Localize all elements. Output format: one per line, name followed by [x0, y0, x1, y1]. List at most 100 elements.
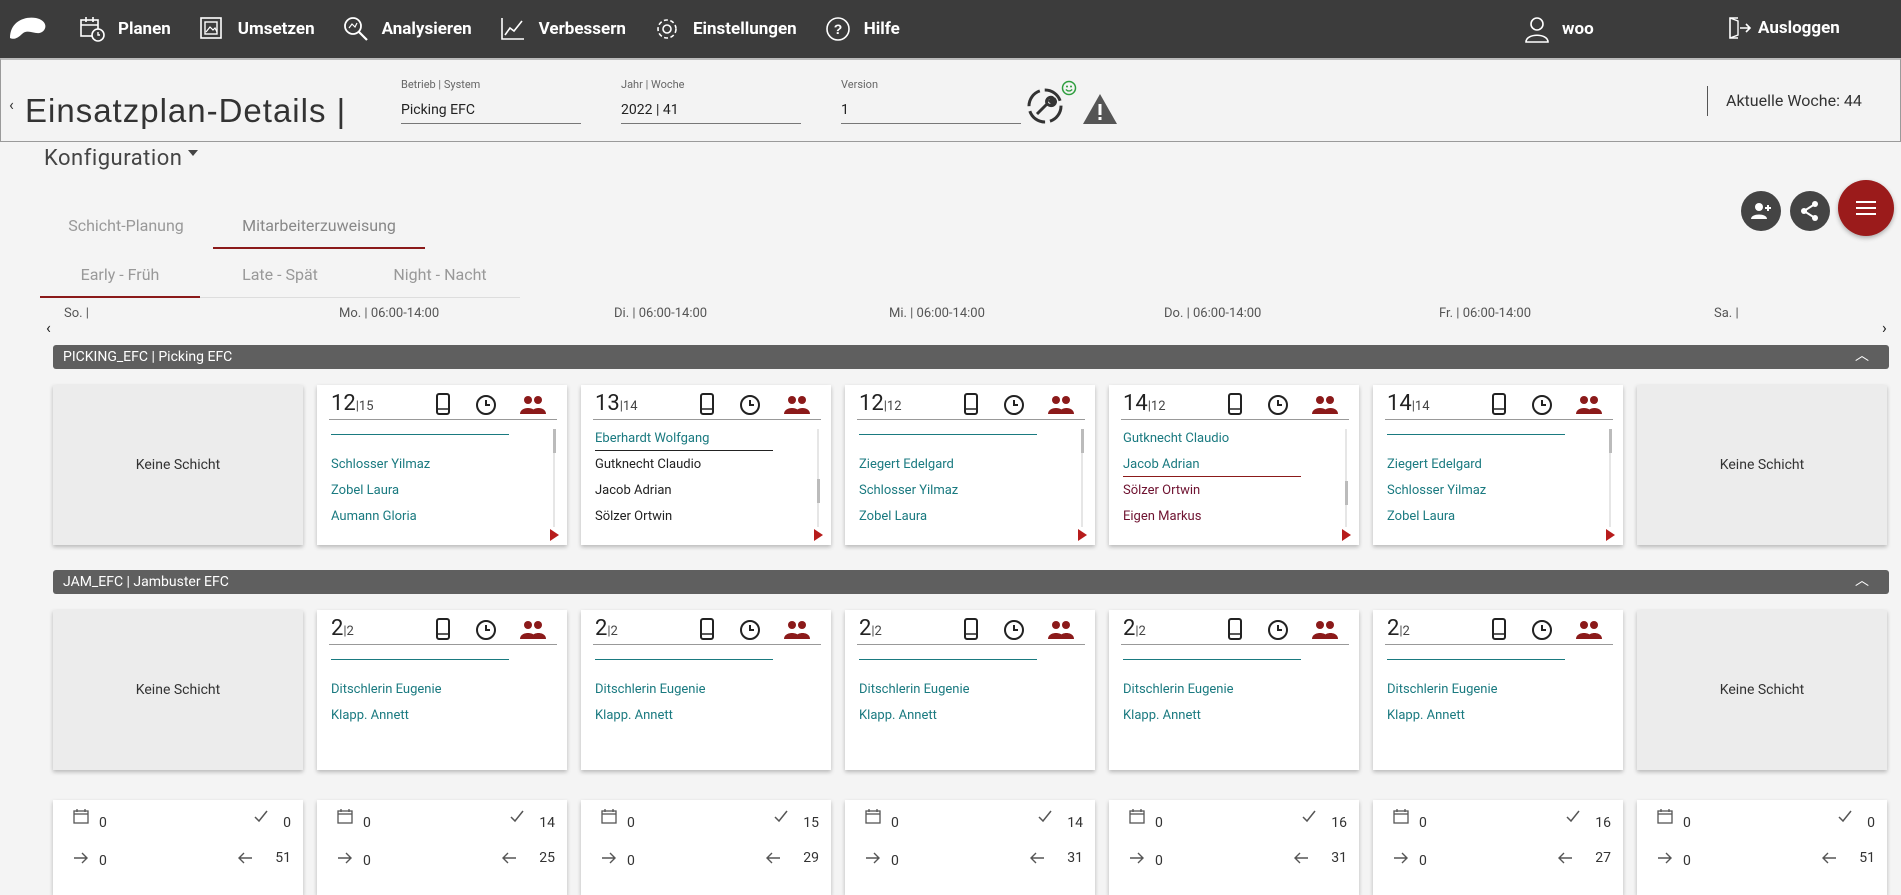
- scrollbar[interactable]: [1081, 429, 1084, 527]
- employee-name[interactable]: Ditschlerin Eugenie: [331, 682, 442, 697]
- employee-name[interactable]: Ziegert Edelgard: [1387, 457, 1482, 472]
- play-arrow-icon[interactable]: [550, 529, 559, 541]
- card-divider: [857, 644, 1085, 645]
- logout-button[interactable]: Ausloggen: [1726, 15, 1840, 41]
- play-arrow-icon[interactable]: [1342, 529, 1351, 541]
- employee-name[interactable]: Gutknecht Claudio: [595, 457, 701, 472]
- people-icon[interactable]: [1311, 619, 1339, 641]
- day-stats-card: 0 14 0 25: [317, 800, 567, 895]
- shift-card[interactable]: 14|14 Ziegert Edelgard Schlosser Yilmaz Zob…: [1373, 385, 1623, 545]
- employee-name[interactable]: Zobel Laura: [331, 483, 399, 498]
- nav-hilfe[interactable]: ? Hilfe: [824, 15, 900, 43]
- people-icon[interactable]: [783, 394, 811, 416]
- employee-name[interactable]: Klapp. Annett: [1123, 708, 1201, 723]
- jahr-woche-field[interactable]: Jahr | Woche 2022 | 41: [621, 78, 801, 124]
- employee-name[interactable]: Ziegert Edelgard: [859, 457, 954, 472]
- people-icon[interactable]: [519, 619, 547, 641]
- prev-week-arrow-icon[interactable]: ‹: [46, 318, 51, 337]
- check-icon: [254, 810, 268, 823]
- employee-name[interactable]: Gutknecht Claudio: [1123, 431, 1229, 446]
- play-arrow-icon[interactable]: [1078, 529, 1087, 541]
- people-icon[interactable]: [783, 619, 811, 641]
- tab-schicht-planung[interactable]: Schicht-Planung: [44, 216, 208, 235]
- employee-name[interactable]: Klapp. Annett: [331, 708, 409, 723]
- employee-name[interactable]: Aumann Gloria: [331, 509, 417, 524]
- employee-name[interactable]: Ditschlerin Eugenie: [859, 682, 970, 697]
- collapse-chevron-icon[interactable]: ︿: [1855, 344, 1869, 368]
- version-field[interactable]: Version 1: [841, 78, 1021, 124]
- scrollbar[interactable]: [553, 429, 556, 527]
- employee-name[interactable]: Schlosser Yilmaz: [859, 483, 958, 498]
- field-value[interactable]: 1: [841, 102, 1021, 124]
- shift-card[interactable]: 14|12 Gutknecht Claudio Jacob Adrian Sölzer…: [1109, 385, 1359, 545]
- configuration-dropdown[interactable]: Konfiguration: [44, 146, 199, 171]
- employee-name[interactable]: Klapp. Annett: [1387, 708, 1465, 723]
- stat-value: 0: [891, 815, 899, 831]
- employee-name[interactable]: Klapp. Annett: [859, 708, 937, 723]
- tab-mitarbeiterzuweisung[interactable]: Mitarbeiterzuweisung: [214, 216, 424, 235]
- wrench-status-icon[interactable]: [1025, 86, 1065, 126]
- employee-name[interactable]: Ditschlerin Eugenie: [595, 682, 706, 697]
- user-menu[interactable]: woo: [1524, 15, 1594, 43]
- main-menu-button[interactable]: [1838, 180, 1894, 236]
- employee-name[interactable]: Eberhardt Wolfgang: [595, 431, 709, 446]
- employee-name[interactable]: Zobel Laura: [1387, 509, 1455, 524]
- employee-name[interactable]: Ditschlerin Eugenie: [1123, 682, 1234, 697]
- shift-card[interactable]: 2|2 Ditschlerin Eugenie Klapp. Annett: [581, 610, 831, 770]
- nav-einstellungen[interactable]: Einstellungen: [653, 15, 797, 43]
- shift-card[interactable]: 2|2 Ditschlerin Eugenie Klapp. Annett: [845, 610, 1095, 770]
- employee-name[interactable]: Jacob Adrian: [595, 483, 672, 498]
- betrieb-system-field[interactable]: Betrieb | System Picking EFC: [401, 78, 581, 124]
- shift-card[interactable]: 2|2 Ditschlerin Eugenie Klapp. Annett: [1109, 610, 1359, 770]
- scrollbar[interactable]: [1345, 429, 1348, 527]
- people-icon[interactable]: [1575, 619, 1603, 641]
- employee-name[interactable]: Schlosser Yilmaz: [331, 457, 430, 472]
- next-week-arrow-icon[interactable]: ›: [1882, 318, 1887, 337]
- shift-card[interactable]: 2|2 Ditschlerin Eugenie Klapp. Annett: [317, 610, 567, 770]
- employee-name[interactable]: Jacob Adrian: [1123, 457, 1200, 472]
- day-header: Mo. | 06:00-14:00: [339, 306, 440, 321]
- people-icon[interactable]: [1047, 619, 1075, 641]
- people-icon[interactable]: [519, 394, 547, 416]
- play-arrow-icon[interactable]: [1606, 529, 1615, 541]
- shift-card[interactable]: 2|2 Ditschlerin Eugenie Klapp. Annett: [1373, 610, 1623, 770]
- group-header-jambuster[interactable]: JAM_EFC | Jambuster EFC ︿: [53, 570, 1889, 594]
- field-value[interactable]: 2022 | 41: [621, 102, 801, 124]
- share-button[interactable]: [1790, 191, 1830, 231]
- employee-name[interactable]: Eigen Markus: [1123, 509, 1201, 524]
- nav-planen[interactable]: Planen: [78, 15, 171, 43]
- people-icon[interactable]: [1047, 394, 1075, 416]
- nav-label: Verbessern: [538, 19, 626, 39]
- calendar-icon: [1657, 809, 1673, 824]
- incoming-stat: 0: [865, 850, 899, 869]
- employee-name[interactable]: Klapp. Annett: [595, 708, 673, 723]
- nav-umsetzen[interactable]: Umsetzen: [198, 15, 315, 43]
- scrollbar[interactable]: [1609, 429, 1612, 527]
- play-arrow-icon[interactable]: [814, 529, 823, 541]
- add-employee-button[interactable]: [1741, 191, 1781, 231]
- employee-name[interactable]: Sölzer Ortwin: [595, 509, 672, 524]
- collapse-chevron-icon[interactable]: ︿: [1855, 569, 1869, 593]
- shift-card[interactable]: 12|12 Ziegert Edelgard Schlosser Yilmaz Zob…: [845, 385, 1095, 545]
- people-icon[interactable]: [1311, 394, 1339, 416]
- logo-icon[interactable]: [6, 14, 50, 42]
- warning-icon[interactable]: [1081, 92, 1119, 126]
- gear-icon: [657, 19, 677, 39]
- card-divider: [1385, 419, 1613, 420]
- tab-early[interactable]: Early - Früh: [40, 265, 200, 284]
- group-header-picking[interactable]: PICKING_EFC | Picking EFC ︿: [53, 345, 1889, 369]
- scrollbar[interactable]: [817, 429, 820, 527]
- tab-night[interactable]: Night - Nacht: [360, 265, 520, 284]
- tab-late[interactable]: Late - Spät: [200, 265, 360, 284]
- employee-name[interactable]: Schlosser Yilmaz: [1387, 483, 1486, 498]
- shift-card[interactable]: 13|14 Eberhardt Wolfgang Gutknecht Claudio…: [581, 385, 831, 545]
- nav-verbessern[interactable]: Verbessern: [499, 15, 626, 43]
- employee-name[interactable]: Sölzer Ortwin: [1123, 483, 1200, 498]
- shift-card[interactable]: 12|15 Schlosser Yilmaz Zobel Laura Aumann G…: [317, 385, 567, 545]
- back-chevron-icon[interactable]: ‹: [9, 95, 14, 114]
- field-value[interactable]: Picking EFC: [401, 102, 581, 124]
- employee-name[interactable]: Ditschlerin Eugenie: [1387, 682, 1498, 697]
- people-icon[interactable]: [1575, 394, 1603, 416]
- employee-name[interactable]: Zobel Laura: [859, 509, 927, 524]
- nav-analysieren[interactable]: Analysieren: [342, 15, 472, 43]
